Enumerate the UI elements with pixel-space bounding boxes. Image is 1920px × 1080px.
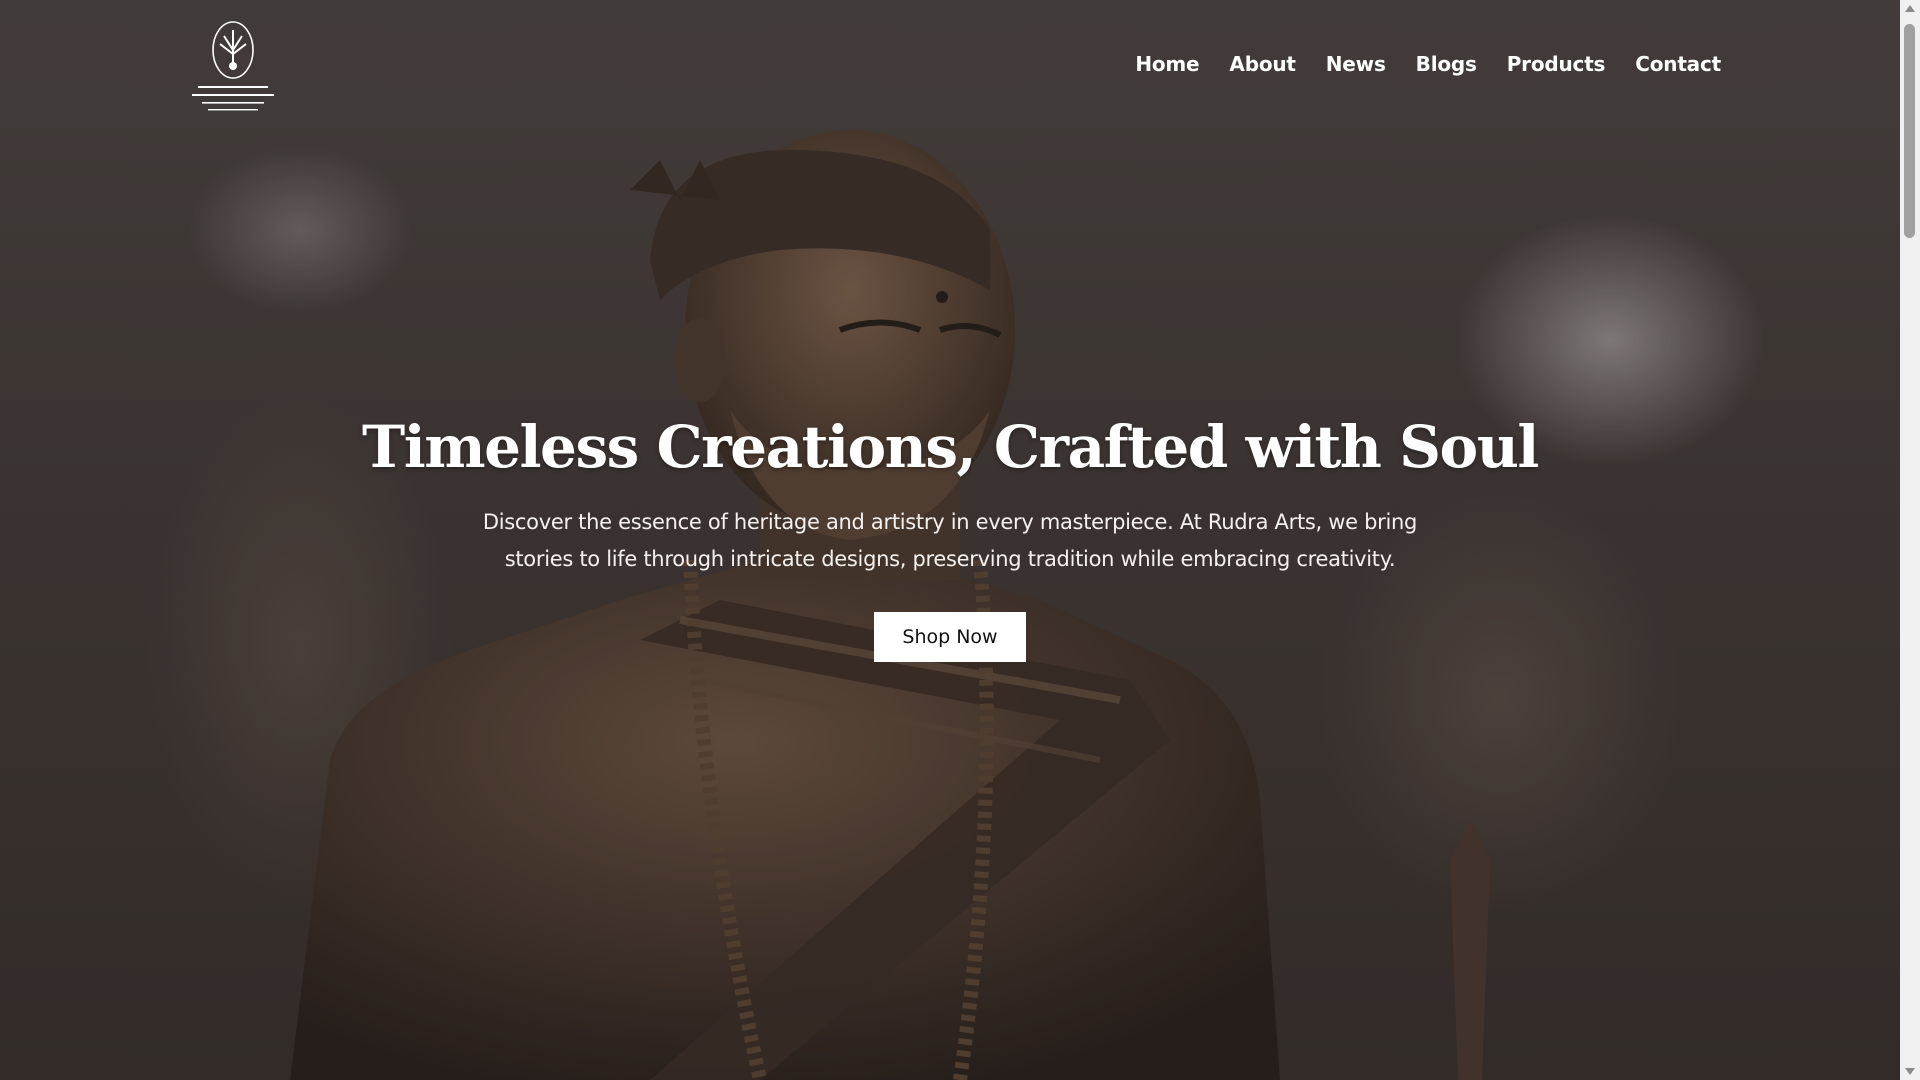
brand-logo[interactable] xyxy=(186,18,280,120)
scroll-down-button[interactable] xyxy=(1900,1063,1920,1080)
hero-content: Timeless Creations, Crafted with Soul Di… xyxy=(0,406,1900,662)
shop-now-button[interactable]: Shop Now xyxy=(874,612,1026,662)
triangle-down-icon xyxy=(1905,1068,1915,1075)
nav-home-link[interactable]: Home xyxy=(1135,52,1199,76)
nav-blogs-link[interactable]: Blogs xyxy=(1416,52,1477,76)
triangle-up-icon xyxy=(1905,5,1915,12)
page: Home About News Blogs Products Contact T… xyxy=(0,0,1920,1080)
nav-products-link[interactable]: Products xyxy=(1507,52,1606,76)
nav-about-link[interactable]: About xyxy=(1229,52,1296,76)
hero-description: Discover the essence of heritage and art… xyxy=(482,510,1418,571)
scroll-up-button[interactable] xyxy=(1900,0,1920,17)
main-nav: Home About News Blogs Products Contact xyxy=(1135,52,1721,76)
nav-contact-link[interactable]: Contact xyxy=(1635,52,1721,76)
scrollbar-thumb[interactable] xyxy=(1904,24,1915,238)
vertical-scrollbar[interactable] xyxy=(1900,0,1920,1080)
nav-news-link[interactable]: News xyxy=(1326,52,1386,76)
hero-title: Timeless Creations, Crafted with Soul xyxy=(362,413,1539,481)
